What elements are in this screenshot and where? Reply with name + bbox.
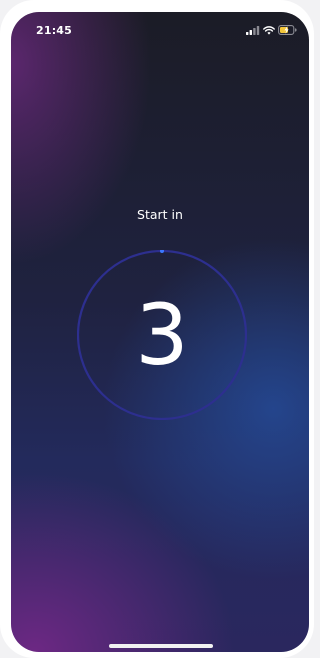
- countdown-label: Start in: [137, 207, 183, 222]
- wifi-icon: [263, 25, 275, 35]
- battery-charging-icon: [278, 25, 297, 35]
- signal-icon: [246, 25, 260, 35]
- home-indicator[interactable]: [109, 644, 213, 648]
- countdown-number: 3: [135, 286, 189, 384]
- status-bar: 21:45: [11, 12, 309, 50]
- status-time: 21:45: [36, 24, 73, 37]
- device-frame: 21:45 Start in 3: [0, 0, 314, 658]
- status-icons: [246, 25, 297, 35]
- countdown-screen: 21:45 Start in 3: [11, 12, 309, 652]
